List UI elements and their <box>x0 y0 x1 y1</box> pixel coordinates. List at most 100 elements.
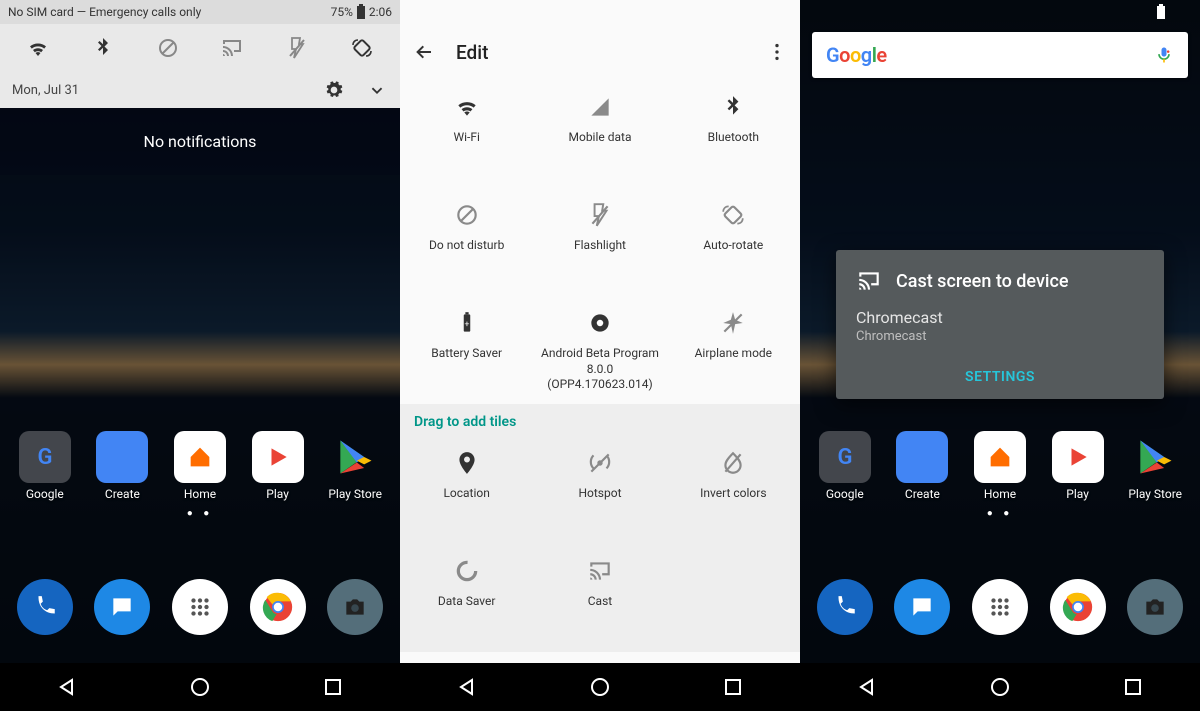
app-play-store[interactable]: Play Store <box>1120 431 1190 501</box>
qs-cast-icon[interactable] <box>220 36 244 60</box>
tile-label: Hotspot <box>578 486 621 502</box>
signal-icon <box>587 94 613 120</box>
phone-3-cast-dialog: 2:06 Google GGoogle Create Home Play Pla… <box>800 0 1200 711</box>
app-google[interactable]: GGoogle <box>810 431 880 501</box>
tile-hotspot[interactable]: Hotspot <box>533 436 666 544</box>
dot-icon <box>587 310 613 336</box>
dock-apps[interactable] <box>172 579 228 635</box>
tile-label: Location <box>443 486 489 502</box>
settings-gear-icon[interactable] <box>324 80 344 100</box>
tile-label: Bluetooth <box>708 130 759 146</box>
dock-phone[interactable] <box>17 579 73 635</box>
flashlight-icon <box>587 202 613 228</box>
qs-dnd-icon[interactable] <box>156 36 180 60</box>
nav-home-button[interactable] <box>988 675 1012 699</box>
nav-home-button[interactable] <box>188 675 212 699</box>
edit-title: Edit <box>456 41 488 64</box>
tile-bluetooth[interactable]: Bluetooth <box>667 80 800 188</box>
tile-dot[interactable]: Android Beta Program 8.0.0 (OPP4.170623.… <box>533 296 666 404</box>
airplane-icon <box>720 310 746 336</box>
tile-label: Battery Saver <box>431 346 502 362</box>
dock-camera[interactable] <box>327 579 383 635</box>
phone-1-notification-shade: GGoogle Create Home Play Play Store ● ● … <box>0 0 400 711</box>
nav-bar <box>0 663 400 711</box>
cast-dialog: Cast screen to device Chromecast Chromec… <box>836 250 1164 399</box>
tile-label: Auto-rotate <box>703 238 763 254</box>
app-play[interactable]: Play <box>1043 431 1113 501</box>
cast-settings-button[interactable]: SETTINGS <box>965 369 1035 385</box>
tile-location[interactable]: Location <box>400 436 533 544</box>
hotspot-icon <box>587 450 613 476</box>
tile-flashlight[interactable]: Flashlight <box>533 188 666 296</box>
tile-signal[interactable]: Mobile data <box>533 80 666 188</box>
nav-recents-button[interactable] <box>721 675 745 699</box>
dock-apps[interactable] <box>972 579 1028 635</box>
nav-back-button[interactable] <box>855 675 879 699</box>
app-play[interactable]: Play <box>243 431 313 501</box>
dock-chrome[interactable] <box>250 579 306 635</box>
mic-icon[interactable] <box>1154 45 1174 65</box>
dock-messages[interactable] <box>94 579 150 635</box>
shade-date: Mon, Jul 31 <box>12 83 79 98</box>
cast-device-item[interactable]: Chromecast Chromecast <box>856 308 1144 344</box>
nav-bar <box>800 663 1200 711</box>
tile-wifi[interactable]: Wi-Fi <box>400 80 533 188</box>
app-home[interactable]: Home <box>965 431 1035 501</box>
overflow-menu-icon[interactable] <box>766 41 788 63</box>
invert-icon <box>720 450 746 476</box>
status-bar <box>400 0 800 24</box>
google-logo: Google <box>826 43 887 67</box>
tile-cast[interactable]: Cast <box>533 544 666 652</box>
phone-2-qs-edit: Edit Wi-FiMobile data Bluetooth Do not dis… <box>400 0 800 711</box>
tile-datasaver[interactable]: Data Saver <box>400 544 533 652</box>
back-arrow-icon[interactable] <box>412 40 436 64</box>
tile-label: Android Beta Program 8.0.0 (OPP4.170623.… <box>540 346 660 393</box>
tile-invert[interactable]: Invert colors <box>667 436 800 544</box>
nav-recents-button[interactable] <box>1121 675 1145 699</box>
qs-flashlight-icon[interactable] <box>285 36 309 60</box>
status-clock: 2:06 <box>369 5 392 19</box>
qs-rotate-icon[interactable] <box>350 36 374 60</box>
nav-back-button[interactable] <box>55 675 79 699</box>
location-icon <box>454 450 480 476</box>
bluetooth-icon <box>720 94 746 120</box>
app-google[interactable]: GGoogle <box>10 431 80 501</box>
dock-phone[interactable] <box>817 579 873 635</box>
cast-dialog-title: Cast screen to device <box>896 271 1069 292</box>
edit-header: Edit <box>400 24 800 80</box>
dock-messages[interactable] <box>894 579 950 635</box>
dock-chrome[interactable] <box>1050 579 1106 635</box>
rotate-icon <box>720 202 746 228</box>
dnd-icon <box>454 202 480 228</box>
tile-airplane[interactable]: Airplane mode <box>667 296 800 404</box>
tile-label: Cast <box>588 594 612 610</box>
tile-label: Invert colors <box>700 486 766 502</box>
dock-camera[interactable] <box>1127 579 1183 635</box>
notification-shade: No SIM card — Emergency calls only 75% 2… <box>0 0 400 175</box>
app-home[interactable]: Home <box>165 431 235 501</box>
available-tiles-grid: Location Hotspot Invert colors Data Saver Ca… <box>400 436 800 652</box>
nav-home-button[interactable] <box>588 675 612 699</box>
tile-rotate[interactable]: Auto-rotate <box>667 188 800 296</box>
app-play-store[interactable]: Play Store <box>320 431 390 501</box>
tile-label: Data Saver <box>438 594 496 610</box>
cast-icon <box>856 268 882 294</box>
app-create[interactable]: Create <box>87 431 157 501</box>
cast-icon <box>587 558 613 584</box>
battery-icon <box>357 6 365 19</box>
qs-wifi-icon[interactable] <box>26 36 50 60</box>
tile-label: Airplane mode <box>695 346 772 362</box>
tile-label: Flashlight <box>574 238 626 254</box>
cast-device-name: Chromecast <box>856 308 1144 327</box>
app-create[interactable]: Create <box>887 431 957 501</box>
nav-recents-button[interactable] <box>321 675 345 699</box>
no-notifications-text: No notifications <box>0 108 400 175</box>
google-search-bar[interactable]: Google <box>812 32 1188 78</box>
wifi-icon <box>454 94 480 120</box>
active-tiles-grid: Wi-FiMobile data Bluetooth Do not disturb F… <box>400 80 800 404</box>
tile-battery[interactable]: Battery Saver <box>400 296 533 404</box>
expand-chevron-icon[interactable] <box>366 79 388 101</box>
tile-dnd[interactable]: Do not disturb <box>400 188 533 296</box>
nav-back-button[interactable] <box>455 675 479 699</box>
qs-bluetooth-icon[interactable] <box>91 36 115 60</box>
